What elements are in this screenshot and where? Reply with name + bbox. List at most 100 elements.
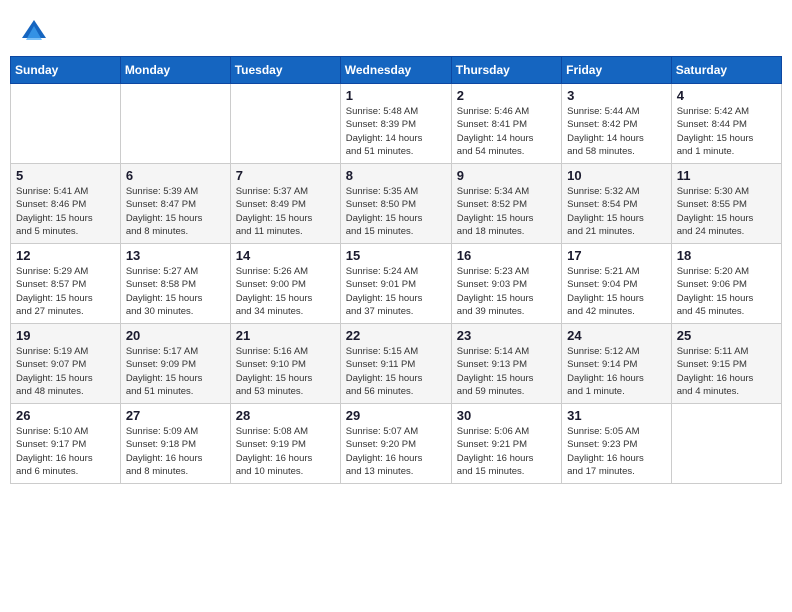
calendar-cell: 28 Sunrise: 5:08 AMSunset: 9:19 PMDayligh…: [230, 404, 340, 484]
day-info: Sunrise: 5:30 AMSunset: 8:55 PMDaylight:…: [677, 185, 776, 238]
logo: [20, 18, 52, 46]
calendar-cell: 4 Sunrise: 5:42 AMSunset: 8:44 PMDaylight…: [671, 84, 781, 164]
day-number: 19: [16, 328, 115, 343]
day-info: Sunrise: 5:16 AMSunset: 9:10 PMDaylight:…: [236, 345, 335, 398]
day-info: Sunrise: 5:15 AMSunset: 9:11 PMDaylight:…: [346, 345, 446, 398]
day-number: 7: [236, 168, 335, 183]
calendar-body: 1 Sunrise: 5:48 AMSunset: 8:39 PMDaylight…: [11, 84, 782, 484]
day-number: 5: [16, 168, 115, 183]
calendar-cell: 27 Sunrise: 5:09 AMSunset: 9:18 PMDayligh…: [120, 404, 230, 484]
day-info: Sunrise: 5:41 AMSunset: 8:46 PMDaylight:…: [16, 185, 115, 238]
day-number: 4: [677, 88, 776, 103]
calendar-cell: 2 Sunrise: 5:46 AMSunset: 8:41 PMDaylight…: [451, 84, 561, 164]
day-info: Sunrise: 5:05 AMSunset: 9:23 PMDaylight:…: [567, 425, 666, 478]
day-info: Sunrise: 5:08 AMSunset: 9:19 PMDaylight:…: [236, 425, 335, 478]
calendar-cell: 14 Sunrise: 5:26 AMSunset: 9:00 PMDayligh…: [230, 244, 340, 324]
weekday-header: Monday: [120, 57, 230, 84]
calendar-cell: 1 Sunrise: 5:48 AMSunset: 8:39 PMDaylight…: [340, 84, 451, 164]
calendar-cell: 5 Sunrise: 5:41 AMSunset: 8:46 PMDaylight…: [11, 164, 121, 244]
day-info: Sunrise: 5:27 AMSunset: 8:58 PMDaylight:…: [126, 265, 225, 318]
day-number: 24: [567, 328, 666, 343]
day-number: 3: [567, 88, 666, 103]
calendar-cell: 18Sunrise: 5:20 AMSunset: 9:06 PMDayligh…: [671, 244, 781, 324]
calendar-week-row: 12 Sunrise: 5:29 AMSunset: 8:57 PMDayligh…: [11, 244, 782, 324]
calendar-cell: 25 Sunrise: 5:11 AMSunset: 9:15 PMDayligh…: [671, 324, 781, 404]
day-info: Sunrise: 5:06 AMSunset: 9:21 PMDaylight:…: [457, 425, 556, 478]
calendar-cell: 20 Sunrise: 5:17 AMSunset: 9:09 PMDayligh…: [120, 324, 230, 404]
page-header: [10, 10, 782, 50]
day-number: 12: [16, 248, 115, 263]
day-number: 23: [457, 328, 556, 343]
day-info: Sunrise: 5:29 AMSunset: 8:57 PMDaylight:…: [16, 265, 115, 318]
day-info: Sunrise: 5:09 AMSunset: 9:18 PMDaylight:…: [126, 425, 225, 478]
calendar-cell: 12 Sunrise: 5:29 AMSunset: 8:57 PMDayligh…: [11, 244, 121, 324]
calendar-cell: 9 Sunrise: 5:34 AMSunset: 8:52 PMDaylight…: [451, 164, 561, 244]
weekday-header: Sunday: [11, 57, 121, 84]
day-number: 28: [236, 408, 335, 423]
calendar-cell: 26 Sunrise: 5:10 AMSunset: 9:17 PMDayligh…: [11, 404, 121, 484]
day-info: Sunrise: 5:48 AMSunset: 8:39 PMDaylight:…: [346, 105, 446, 158]
calendar-cell: [230, 84, 340, 164]
day-info: Sunrise: 5:10 AMSunset: 9:17 PMDaylight:…: [16, 425, 115, 478]
day-number: 18: [677, 248, 776, 263]
calendar-cell: 17 Sunrise: 5:21 AMSunset: 9:04 PMDayligh…: [562, 244, 672, 324]
day-info: Sunrise: 5:37 AMSunset: 8:49 PMDaylight:…: [236, 185, 335, 238]
day-info: Sunrise: 5:19 AMSunset: 9:07 PMDaylight:…: [16, 345, 115, 398]
calendar-cell: [120, 84, 230, 164]
day-info: Sunrise: 5:39 AMSunset: 8:47 PMDaylight:…: [126, 185, 225, 238]
weekday-header: Friday: [562, 57, 672, 84]
calendar-cell: 24Sunrise: 5:12 AMSunset: 9:14 PMDayligh…: [562, 324, 672, 404]
day-number: 22: [346, 328, 446, 343]
day-number: 26: [16, 408, 115, 423]
calendar-cell: 30 Sunrise: 5:06 AMSunset: 9:21 PMDayligh…: [451, 404, 561, 484]
day-info: Sunrise: 5:32 AMSunset: 8:54 PMDaylight:…: [567, 185, 666, 238]
day-info: Sunrise: 5:14 AMSunset: 9:13 PMDaylight:…: [457, 345, 556, 398]
calendar-cell: 23 Sunrise: 5:14 AMSunset: 9:13 PMDayligh…: [451, 324, 561, 404]
weekday-header: Tuesday: [230, 57, 340, 84]
calendar-week-row: 1 Sunrise: 5:48 AMSunset: 8:39 PMDaylight…: [11, 84, 782, 164]
calendar-cell: 3 Sunrise: 5:44 AMSunset: 8:42 PMDaylight…: [562, 84, 672, 164]
calendar-cell: 16Sunrise: 5:23 AMSunset: 9:03 PMDayligh…: [451, 244, 561, 324]
day-info: Sunrise: 5:46 AMSunset: 8:41 PMDaylight:…: [457, 105, 556, 158]
day-info: Sunrise: 5:11 AMSunset: 9:15 PMDaylight:…: [677, 345, 776, 398]
calendar-cell: 31 Sunrise: 5:05 AMSunset: 9:23 PMDayligh…: [562, 404, 672, 484]
weekday-row: SundayMondayTuesdayWednesdayThursdayFrid…: [11, 57, 782, 84]
day-number: 21: [236, 328, 335, 343]
calendar-cell: 22 Sunrise: 5:15 AMSunset: 9:11 PMDayligh…: [340, 324, 451, 404]
calendar-week-row: 5 Sunrise: 5:41 AMSunset: 8:46 PMDaylight…: [11, 164, 782, 244]
calendar-week-row: 19 Sunrise: 5:19 AMSunset: 9:07 PMDayligh…: [11, 324, 782, 404]
calendar-table: SundayMondayTuesdayWednesdayThursdayFrid…: [10, 56, 782, 484]
day-number: 2: [457, 88, 556, 103]
calendar-cell: [11, 84, 121, 164]
day-info: Sunrise: 5:17 AMSunset: 9:09 PMDaylight:…: [126, 345, 225, 398]
day-info: Sunrise: 5:26 AMSunset: 9:00 PMDaylight:…: [236, 265, 335, 318]
day-number: 27: [126, 408, 225, 423]
calendar-cell: 29Sunrise: 5:07 AMSunset: 9:20 PMDayligh…: [340, 404, 451, 484]
weekday-header: Wednesday: [340, 57, 451, 84]
calendar-cell: 21 Sunrise: 5:16 AMSunset: 9:10 PMDayligh…: [230, 324, 340, 404]
calendar-header: SundayMondayTuesdayWednesdayThursdayFrid…: [11, 57, 782, 84]
weekday-header: Saturday: [671, 57, 781, 84]
day-number: 30: [457, 408, 556, 423]
day-number: 17: [567, 248, 666, 263]
calendar-cell: 15Sunrise: 5:24 AMSunset: 9:01 PMDayligh…: [340, 244, 451, 324]
day-number: 20: [126, 328, 225, 343]
day-info: Sunrise: 5:23 AMSunset: 9:03 PMDaylight:…: [457, 265, 556, 318]
day-number: 14: [236, 248, 335, 263]
day-number: 9: [457, 168, 556, 183]
day-number: 8: [346, 168, 446, 183]
day-number: 29: [346, 408, 446, 423]
day-info: Sunrise: 5:42 AMSunset: 8:44 PMDaylight:…: [677, 105, 776, 158]
day-info: Sunrise: 5:44 AMSunset: 8:42 PMDaylight:…: [567, 105, 666, 158]
day-info: Sunrise: 5:34 AMSunset: 8:52 PMDaylight:…: [457, 185, 556, 238]
day-number: 31: [567, 408, 666, 423]
calendar-cell: 6 Sunrise: 5:39 AMSunset: 8:47 PMDaylight…: [120, 164, 230, 244]
day-number: 6: [126, 168, 225, 183]
day-info: Sunrise: 5:21 AMSunset: 9:04 PMDaylight:…: [567, 265, 666, 318]
day-info: Sunrise: 5:35 AMSunset: 8:50 PMDaylight:…: [346, 185, 446, 238]
calendar-cell: 11Sunrise: 5:30 AMSunset: 8:55 PMDayligh…: [671, 164, 781, 244]
day-number: 25: [677, 328, 776, 343]
calendar-cell: 10Sunrise: 5:32 AMSunset: 8:54 PMDayligh…: [562, 164, 672, 244]
calendar-cell: [671, 404, 781, 484]
day-number: 1: [346, 88, 446, 103]
